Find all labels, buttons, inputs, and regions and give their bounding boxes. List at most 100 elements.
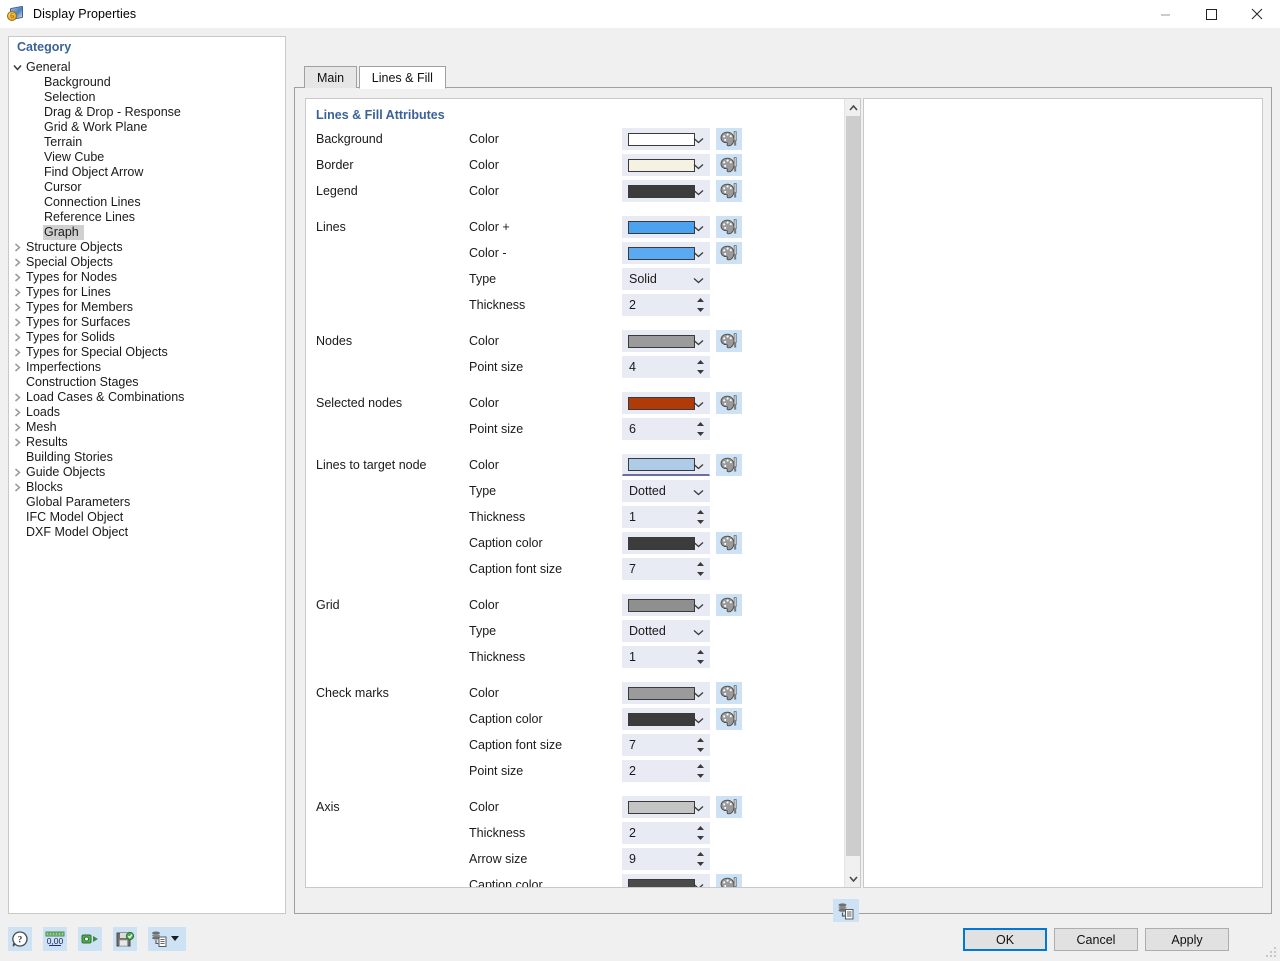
chevron-right-icon[interactable] bbox=[9, 405, 26, 420]
scroll-up-icon[interactable] bbox=[845, 99, 861, 116]
category-item[interactable]: Drag & Drop - Response bbox=[9, 105, 285, 120]
color-palette-button[interactable] bbox=[716, 330, 742, 352]
category-item[interactable]: Find Object Arrow bbox=[9, 165, 285, 180]
save-settings-icon[interactable] bbox=[113, 927, 137, 951]
import-settings-icon[interactable] bbox=[78, 927, 102, 951]
color-palette-button[interactable] bbox=[716, 392, 742, 414]
category-item[interactable]: Terrain bbox=[9, 135, 285, 150]
category-item[interactable]: Connection Lines bbox=[9, 195, 285, 210]
type-dropdown[interactable]: Dotted bbox=[622, 620, 710, 642]
stepper-arrows-icon[interactable] bbox=[695, 561, 705, 579]
category-item[interactable]: Guide Objects bbox=[9, 465, 285, 480]
color-palette-button[interactable] bbox=[716, 242, 742, 264]
color-palette-button[interactable] bbox=[716, 874, 742, 888]
stepper-arrows-icon[interactable] bbox=[695, 359, 705, 377]
color-palette-button[interactable] bbox=[716, 154, 742, 176]
chevron-right-icon[interactable] bbox=[9, 465, 26, 480]
chevron-right-icon[interactable] bbox=[9, 315, 26, 330]
category-item[interactable]: Imperfections bbox=[9, 360, 285, 375]
color-palette-button[interactable] bbox=[716, 594, 742, 616]
category-item[interactable]: Background bbox=[9, 75, 285, 90]
category-item[interactable]: Loads bbox=[9, 405, 285, 420]
chevron-right-icon[interactable] bbox=[9, 330, 26, 345]
type-dropdown[interactable]: Solid bbox=[622, 268, 710, 290]
color-palette-button[interactable] bbox=[716, 682, 742, 704]
color-palette-button[interactable] bbox=[716, 128, 742, 150]
color-dropdown[interactable] bbox=[622, 682, 710, 704]
type-dropdown[interactable]: Dotted bbox=[622, 480, 710, 502]
chevron-right-icon[interactable] bbox=[9, 270, 26, 285]
resize-grip[interactable] bbox=[1265, 946, 1277, 958]
color-palette-button[interactable] bbox=[716, 454, 742, 476]
save-as-default-icon[interactable] bbox=[833, 899, 859, 923]
number-stepper[interactable]: 2 bbox=[622, 760, 710, 782]
close-icon[interactable] bbox=[1234, 0, 1280, 28]
category-item[interactable]: General bbox=[9, 60, 285, 75]
category-item[interactable]: Types for Surfaces bbox=[9, 315, 285, 330]
category-item[interactable]: DXF Model Object bbox=[9, 525, 285, 540]
color-palette-button[interactable] bbox=[716, 532, 742, 554]
stepper-arrows-icon[interactable] bbox=[695, 737, 705, 755]
chevron-right-icon[interactable] bbox=[9, 345, 26, 360]
number-stepper[interactable]: 9 bbox=[622, 848, 710, 870]
color-dropdown[interactable] bbox=[622, 330, 710, 352]
number-stepper[interactable]: 1 bbox=[622, 646, 710, 668]
category-item[interactable]: Reference Lines bbox=[9, 210, 285, 225]
color-palette-button[interactable] bbox=[716, 180, 742, 202]
color-dropdown[interactable] bbox=[622, 594, 710, 616]
chevron-right-icon[interactable] bbox=[9, 360, 26, 375]
stepper-arrows-icon[interactable] bbox=[695, 421, 705, 439]
category-item[interactable]: Types for Special Objects bbox=[9, 345, 285, 360]
color-palette-button[interactable] bbox=[716, 796, 742, 818]
category-item[interactable]: Types for Members bbox=[9, 300, 285, 315]
stepper-arrows-icon[interactable] bbox=[695, 509, 705, 527]
minimize-icon[interactable] bbox=[1142, 0, 1188, 28]
stepper-arrows-icon[interactable] bbox=[695, 825, 705, 843]
number-stepper[interactable]: 7 bbox=[622, 734, 710, 756]
vertical-scrollbar[interactable] bbox=[844, 99, 860, 887]
number-stepper[interactable]: 1 bbox=[622, 506, 710, 528]
stepper-arrows-icon[interactable] bbox=[695, 851, 705, 869]
config-manager-icon[interactable] bbox=[148, 927, 186, 951]
category-item[interactable]: IFC Model Object bbox=[9, 510, 285, 525]
category-item[interactable]: Blocks bbox=[9, 480, 285, 495]
category-item[interactable]: Special Objects bbox=[9, 255, 285, 270]
chevron-right-icon[interactable] bbox=[9, 390, 26, 405]
category-item[interactable]: Graph bbox=[9, 225, 285, 240]
color-dropdown[interactable] bbox=[622, 454, 710, 476]
category-item[interactable]: Types for Lines bbox=[9, 285, 285, 300]
cancel-button[interactable]: Cancel bbox=[1054, 928, 1138, 951]
tab-lines-fill[interactable]: Lines & Fill bbox=[359, 66, 446, 89]
color-dropdown[interactable] bbox=[622, 392, 710, 414]
color-dropdown[interactable] bbox=[622, 532, 710, 554]
color-dropdown[interactable] bbox=[622, 874, 710, 888]
color-dropdown[interactable] bbox=[622, 180, 710, 202]
color-palette-button[interactable] bbox=[716, 708, 742, 730]
chevron-right-icon[interactable] bbox=[9, 480, 26, 495]
color-dropdown[interactable] bbox=[622, 708, 710, 730]
number-stepper[interactable]: 2 bbox=[622, 822, 710, 844]
scroll-down-icon[interactable] bbox=[845, 870, 861, 887]
category-item[interactable]: Mesh bbox=[9, 420, 285, 435]
stepper-arrows-icon[interactable] bbox=[695, 649, 705, 667]
tab-main[interactable]: Main bbox=[304, 66, 357, 89]
maximize-icon[interactable] bbox=[1188, 0, 1234, 28]
category-item[interactable]: Results bbox=[9, 435, 285, 450]
color-palette-button[interactable] bbox=[716, 216, 742, 238]
number-stepper[interactable]: 6 bbox=[622, 418, 710, 440]
color-dropdown[interactable] bbox=[622, 128, 710, 150]
category-item[interactable]: Cursor bbox=[9, 180, 285, 195]
chevron-right-icon[interactable] bbox=[9, 300, 26, 315]
chevron-right-icon[interactable] bbox=[9, 435, 26, 450]
category-item[interactable]: Selection bbox=[9, 90, 285, 105]
color-dropdown[interactable] bbox=[622, 154, 710, 176]
chevron-right-icon[interactable] bbox=[9, 420, 26, 435]
stepper-arrows-icon[interactable] bbox=[695, 763, 705, 781]
apply-button[interactable]: Apply bbox=[1145, 928, 1229, 951]
category-item[interactable]: Structure Objects bbox=[9, 240, 285, 255]
category-item[interactable]: Types for Solids bbox=[9, 330, 285, 345]
category-item[interactable]: Global Parameters bbox=[9, 495, 285, 510]
category-item[interactable]: Types for Nodes bbox=[9, 270, 285, 285]
scrollbar-thumb[interactable] bbox=[846, 116, 860, 856]
chevron-right-icon[interactable] bbox=[9, 255, 26, 270]
